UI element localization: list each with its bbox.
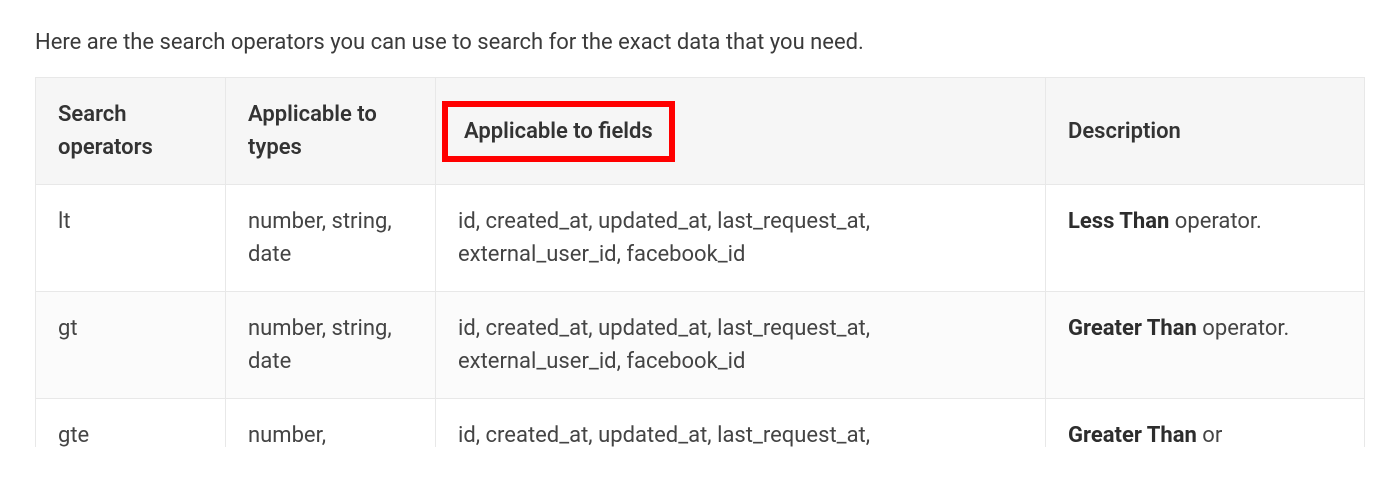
table-row: lt number, string, date id, created_at, … xyxy=(36,185,1365,292)
table-header-row: Search operators Applicable to types App… xyxy=(36,78,1365,185)
table-row: gt number, string, date id, created_at, … xyxy=(36,292,1365,399)
header-description: Description xyxy=(1046,78,1365,185)
desc-bold: Greater Than xyxy=(1068,316,1197,341)
cell-fields: id, created_at, updated_at, last_request… xyxy=(436,292,1046,399)
cell-types: number, string, date xyxy=(226,292,436,399)
cell-fields: id, created_at, updated_at, last_request… xyxy=(436,185,1046,292)
header-fields: Applicable to fields xyxy=(436,78,1046,185)
cell-operator: lt xyxy=(36,185,226,292)
cell-operator: gt xyxy=(36,292,226,399)
cell-fields: id, created_at, updated_at, last_request… xyxy=(436,399,1046,448)
cell-description: Greater Than operator. xyxy=(1046,292,1365,399)
table-row: gte number, id, created_at, updated_at, … xyxy=(36,399,1365,448)
desc-rest: or xyxy=(1197,423,1222,447)
cell-description: Greater Than or xyxy=(1046,399,1365,448)
table-wrapper: Search operators Applicable to types App… xyxy=(35,77,1365,447)
desc-rest: operator. xyxy=(1197,316,1289,341)
intro-text: Here are the search operators you can us… xyxy=(35,30,1365,55)
cell-operator: gte xyxy=(36,399,226,448)
cell-types: number, string, date xyxy=(226,185,436,292)
cell-types: number, xyxy=(226,399,436,448)
desc-rest: operator. xyxy=(1169,209,1261,234)
search-operators-table: Search operators Applicable to types App… xyxy=(35,77,1365,447)
header-operators: Search operators xyxy=(36,78,226,185)
cell-description: Less Than operator. xyxy=(1046,185,1365,292)
desc-bold: Greater Than xyxy=(1068,423,1197,447)
header-types: Applicable to types xyxy=(226,78,436,185)
highlight-annotation: Applicable to fields xyxy=(442,101,675,162)
desc-bold: Less Than xyxy=(1068,209,1169,234)
